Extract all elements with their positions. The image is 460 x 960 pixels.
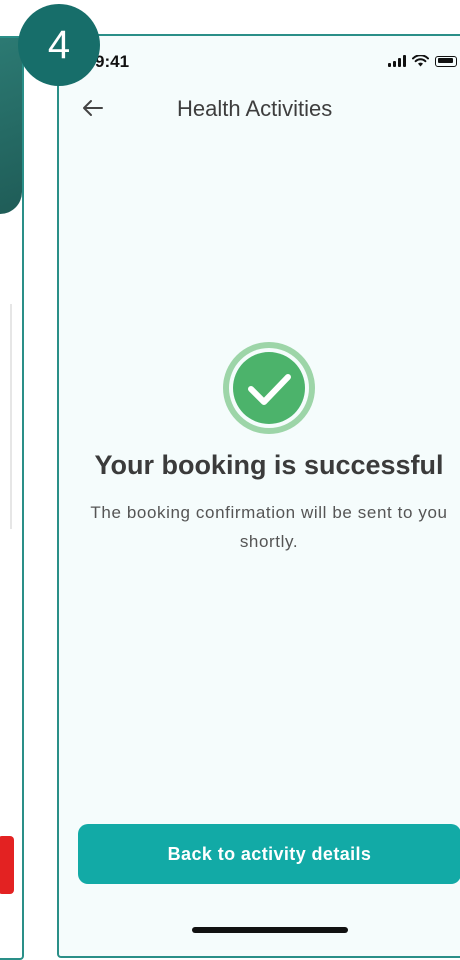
battery-icon — [435, 55, 457, 67]
success-message: The booking confirmation will be sent to… — [90, 503, 448, 551]
phone-screen: 9:41 Health Activities Your booking is s… — [57, 34, 460, 958]
previous-screen-red-button — [0, 836, 14, 894]
success-title: Your booking is successful — [94, 450, 444, 480]
check-circle-icon — [223, 342, 315, 434]
page-title: Health Activities — [177, 96, 333, 121]
back-to-activity-details-button[interactable]: Back to activity details — [78, 824, 460, 884]
home-indicator — [192, 927, 348, 933]
status-time: 9:41 — [95, 52, 130, 71]
wifi-icon — [412, 55, 429, 67]
step-number-badge: 4 — [18, 4, 100, 86]
cellular-signal-icon — [388, 55, 406, 67]
previous-screen-divider — [10, 304, 12, 529]
status-bar: 9:41 — [59, 36, 460, 76]
arrow-left-icon[interactable] — [79, 94, 107, 122]
navigation-bar: Health Activities — [59, 88, 460, 128]
previous-screen-header — [0, 38, 22, 214]
previous-screen-preview — [0, 36, 24, 960]
status-icons — [388, 55, 457, 67]
